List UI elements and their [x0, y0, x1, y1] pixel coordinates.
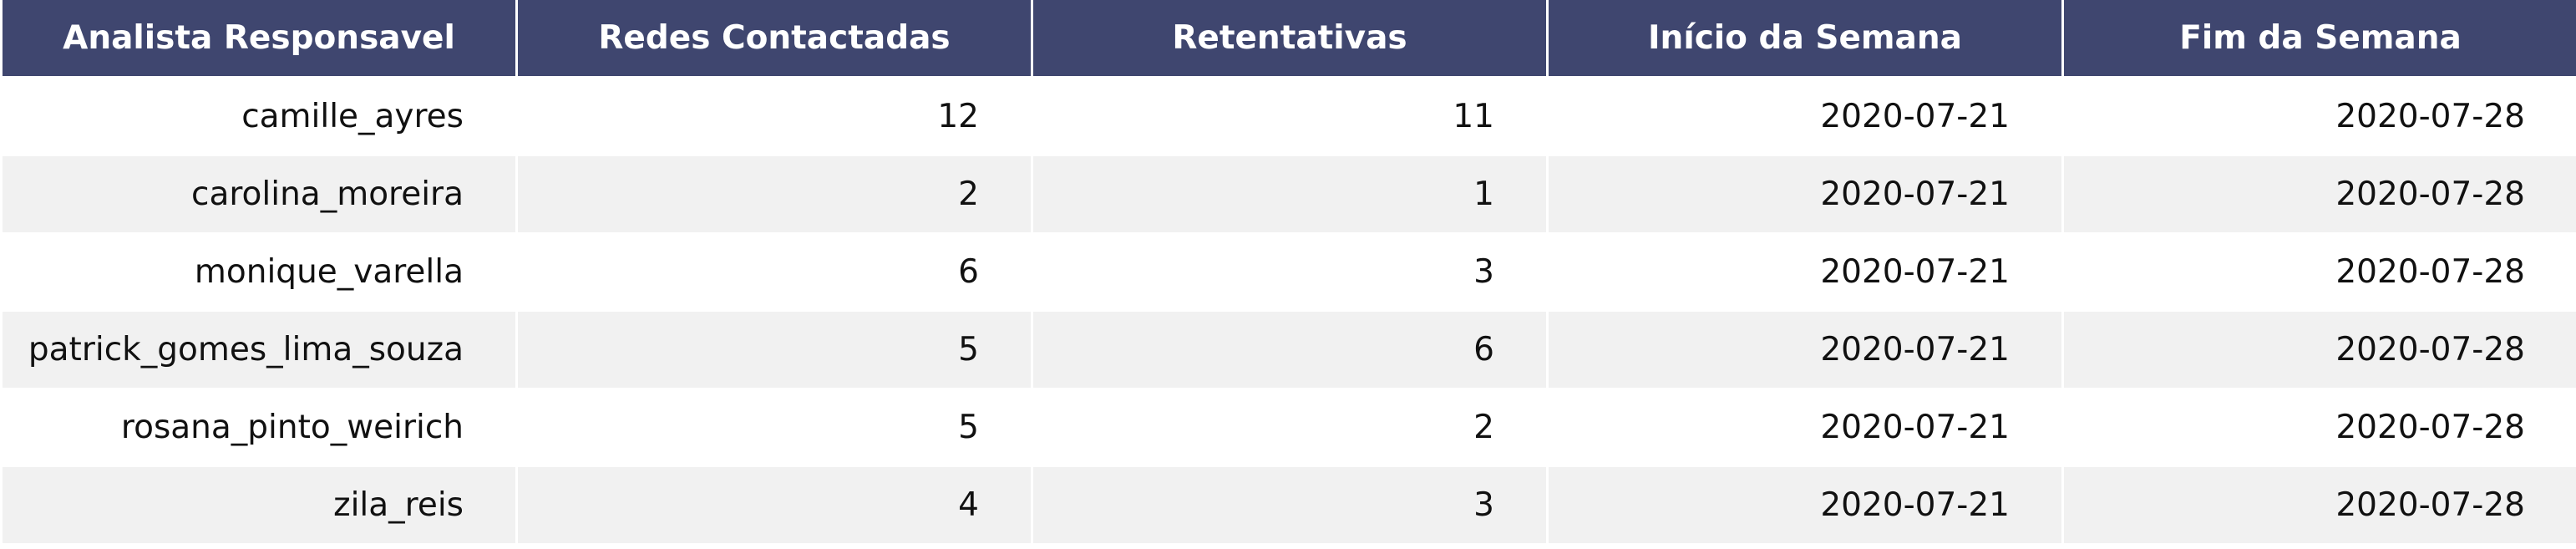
column-header-analista-responsavel: Analista Responsavel [0, 0, 518, 79]
table-row: rosana_pinto_weirich 5 2 2020-07-21 2020-07-… [0, 388, 2576, 467]
column-header-inicio-da-semana: Início da Semana [1546, 0, 2064, 79]
table-header: Analista Responsavel Redes Contactadas R… [0, 0, 2576, 79]
table-row: patrick_gomes_lima_souza 5 6 2020-07-21 2020… [0, 310, 2576, 389]
networks-contacted-cell: 12 [515, 76, 1033, 156]
analyst-cell: zila_reis [0, 465, 518, 545]
analyst-cell: patrick_gomes_lima_souza [0, 310, 518, 389]
table-row: zila_reis 4 3 2020-07-21 2020-07-28 [0, 465, 2576, 545]
data-table: Analista Responsavel Redes Contactadas R… [0, 0, 2576, 545]
analyst-cell: rosana_pinto_weirich [0, 388, 518, 467]
networks-contacted-cell: 5 [515, 388, 1033, 467]
week-end-cell: 2020-07-28 [2061, 465, 2576, 545]
table-body: camille_ayres 12 11 2020-07-21 2020-07-28 car… [0, 76, 2576, 545]
week-start-cell: 2020-07-21 [1546, 310, 2064, 389]
week-end-cell: 2020-07-28 [2061, 155, 2576, 234]
table-row: monique_varella 6 3 2020-07-21 2020-07-28 [0, 232, 2576, 312]
week-start-cell: 2020-07-21 [1546, 155, 2064, 234]
retries-cell: 2 [1031, 388, 1549, 467]
networks-contacted-cell: 4 [515, 465, 1033, 545]
analyst-cell: monique_varella [0, 232, 518, 312]
week-end-cell: 2020-07-28 [2061, 76, 2576, 156]
header-row: Analista Responsavel Redes Contactadas R… [0, 0, 2576, 79]
column-header-fim-da-semana: Fim da Semana [2061, 0, 2576, 79]
retries-cell: 6 [1031, 310, 1549, 389]
retries-cell: 3 [1031, 232, 1549, 312]
retries-cell: 3 [1031, 465, 1549, 545]
networks-contacted-cell: 6 [515, 232, 1033, 312]
week-end-cell: 2020-07-28 [2061, 388, 2576, 467]
week-start-cell: 2020-07-21 [1546, 465, 2064, 545]
week-end-cell: 2020-07-28 [2061, 232, 2576, 312]
table-row: carolina_moreira 2 1 2020-07-21 2020-07-28 [0, 155, 2576, 234]
table-row: camille_ayres 12 11 2020-07-21 2020-07-28 [0, 76, 2576, 156]
networks-contacted-cell: 5 [515, 310, 1033, 389]
analyst-cell: carolina_moreira [0, 155, 518, 234]
column-header-retentativas: Retentativas [1031, 0, 1549, 79]
week-end-cell: 2020-07-28 [2061, 310, 2576, 389]
week-start-cell: 2020-07-21 [1546, 232, 2064, 312]
analyst-cell: camille_ayres [0, 76, 518, 156]
retries-cell: 1 [1031, 155, 1549, 234]
column-header-redes-contactadas: Redes Contactadas [515, 0, 1033, 79]
retries-cell: 11 [1031, 76, 1549, 156]
week-start-cell: 2020-07-21 [1546, 76, 2064, 156]
week-start-cell: 2020-07-21 [1546, 388, 2064, 467]
networks-contacted-cell: 2 [515, 155, 1033, 234]
